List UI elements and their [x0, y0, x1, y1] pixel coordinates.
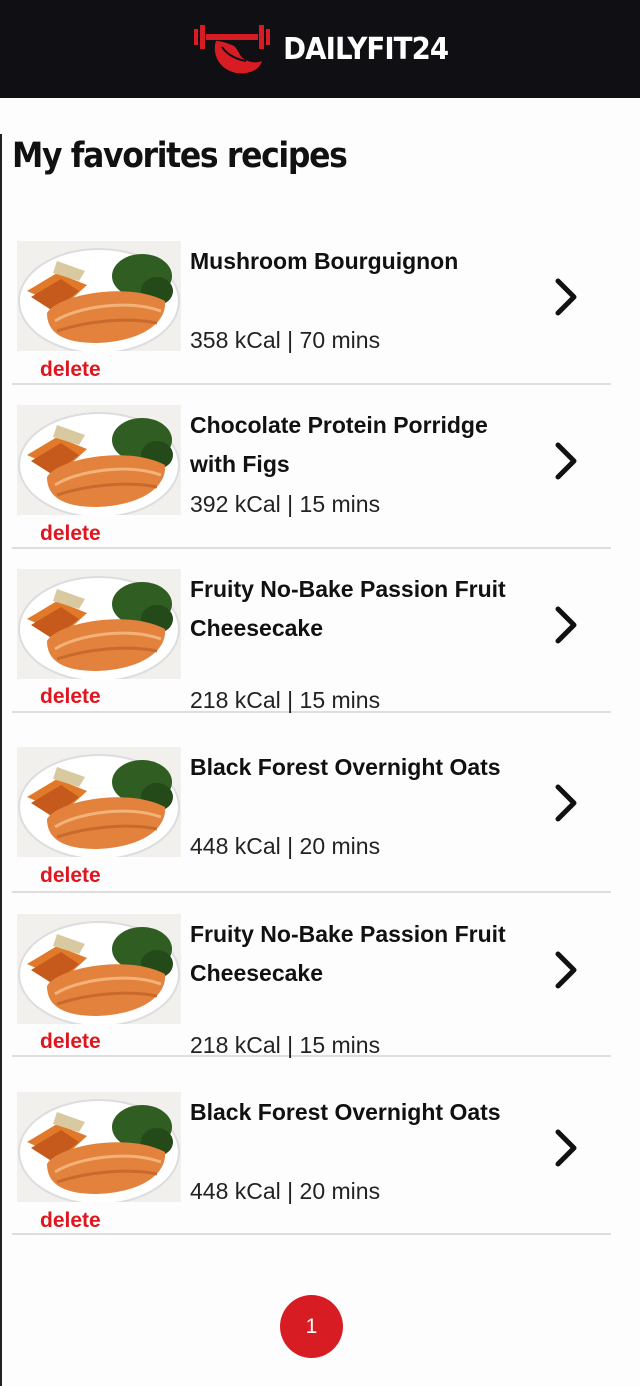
recipe-meta: 448 kCal | 20 mins — [190, 833, 381, 859]
recipe-thumbnail[interactable] — [17, 1092, 181, 1202]
recipe-thumbnail[interactable] — [17, 241, 181, 351]
chevron-right-icon[interactable] — [552, 950, 582, 990]
delete-link[interactable]: delete — [40, 1030, 101, 1054]
brand-name: DAILYFIT24 — [283, 31, 450, 67]
dumbbell-muscle-icon — [194, 25, 271, 74]
delete-link[interactable]: delete — [40, 358, 101, 382]
recipe-thumbnail[interactable] — [17, 747, 181, 857]
recipe-item[interactable]: Fruity No-Bake Passion Fruit Cheesecake 2… — [12, 914, 611, 1058]
recipe-item[interactable]: Black Forest Overnight Oats 448 kCal | 20… — [12, 1092, 611, 1235]
recipe-meta: 448 kCal | 20 mins — [190, 1178, 381, 1204]
recipe-thumbnail[interactable] — [17, 405, 181, 515]
delete-link[interactable]: delete — [40, 685, 101, 709]
recipe-thumbnail[interactable] — [17, 914, 181, 1024]
recipe-name[interactable]: Chocolate Protein Porridge with Figs — [190, 406, 520, 484]
recipe-thumbnail[interactable] — [17, 569, 181, 679]
pagination-page-1[interactable]: 1 — [280, 1295, 343, 1358]
recipe-item[interactable]: Chocolate Protein Porridge with Figs 392 … — [12, 405, 611, 549]
delete-link[interactable]: delete — [40, 864, 101, 888]
recipe-item[interactable]: Black Forest Overnight Oats 448 kCal | 20… — [12, 747, 611, 893]
recipe-meta: 218 kCal | 15 mins — [190, 687, 381, 713]
recipe-name[interactable]: Fruity No-Bake Passion Fruit Cheesecake — [190, 915, 520, 993]
chevron-right-icon[interactable] — [552, 1128, 582, 1168]
main-content: My favorites recipes Mushroom Bourguigno… — [0, 98, 640, 1386]
recipe-meta: 392 kCal | 15 mins — [190, 491, 381, 517]
recipe-name[interactable]: Fruity No-Bake Passion Fruit Cheesecake — [190, 570, 520, 648]
chevron-right-icon[interactable] — [552, 783, 582, 823]
recipe-meta: 358 kCal | 70 mins — [190, 327, 381, 353]
brand-logo[interactable]: DAILYFIT24 — [192, 19, 455, 79]
recipe-item[interactable]: Mushroom Bourguignon 358 kCal | 70 mins de… — [12, 241, 611, 385]
chevron-right-icon[interactable] — [552, 277, 582, 317]
chevron-right-icon[interactable] — [552, 441, 582, 481]
recipe-item[interactable]: Fruity No-Bake Passion Fruit Cheesecake 2… — [12, 569, 611, 713]
recipe-name[interactable]: Black Forest Overnight Oats — [190, 748, 520, 787]
recipe-name[interactable]: Mushroom Bourguignon — [190, 242, 520, 281]
page-title: My favorites recipes — [12, 136, 348, 176]
delete-link[interactable]: delete — [40, 1209, 101, 1233]
app-header: DAILYFIT24 — [0, 0, 640, 98]
left-border — [0, 134, 2, 1386]
recipe-name[interactable]: Black Forest Overnight Oats — [190, 1093, 520, 1132]
delete-link[interactable]: delete — [40, 522, 101, 546]
chevron-right-icon[interactable] — [552, 605, 582, 645]
recipe-meta: 218 kCal | 15 mins — [190, 1032, 381, 1058]
